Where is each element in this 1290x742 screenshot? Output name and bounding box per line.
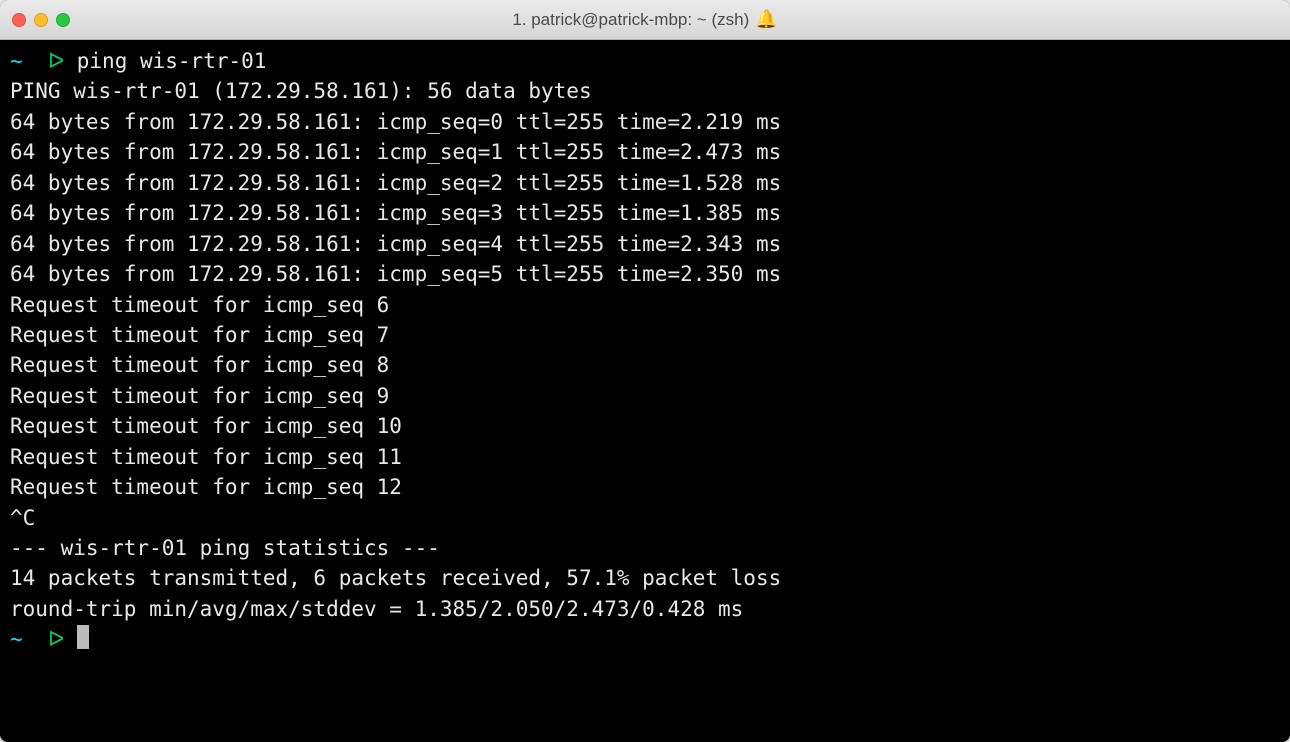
window-title: 1. patrick@patrick-mbp: ~ (zsh) 🔔 — [0, 9, 1290, 30]
output-line: Request timeout for icmp_seq 10 — [10, 411, 1280, 441]
window-titlebar[interactable]: 1. patrick@patrick-mbp: ~ (zsh) 🔔 — [0, 0, 1290, 40]
output-line: 64 bytes from 172.29.58.161: icmp_seq=5 … — [10, 259, 1280, 289]
prompt-symbol: ᐅ — [48, 627, 64, 651]
output-line: round-trip min/avg/max/stddev = 1.385/2.… — [10, 594, 1280, 624]
terminal-body[interactable]: ~ ᐅ ping wis-rtr-01PING wis-rtr-01 (172.… — [0, 40, 1290, 742]
output-line: 64 bytes from 172.29.58.161: icmp_seq=3 … — [10, 198, 1280, 228]
output-line: 64 bytes from 172.29.58.161: icmp_seq=4 … — [10, 229, 1280, 259]
close-button[interactable] — [12, 13, 26, 27]
output-line: ^C — [10, 503, 1280, 533]
output-line: Request timeout for icmp_seq 11 — [10, 442, 1280, 472]
output-line: 64 bytes from 172.29.58.161: icmp_seq=0 … — [10, 107, 1280, 137]
output-line: 64 bytes from 172.29.58.161: icmp_seq=1 … — [10, 137, 1280, 167]
prompt-cwd: ~ — [10, 627, 23, 651]
bell-icon: 🔔 — [755, 9, 777, 30]
prompt-cwd: ~ — [10, 49, 23, 73]
zoom-button[interactable] — [56, 13, 70, 27]
output-line: 64 bytes from 172.29.58.161: icmp_seq=2 … — [10, 168, 1280, 198]
output-line: 14 packets transmitted, 6 packets receiv… — [10, 563, 1280, 593]
output-line: Request timeout for icmp_seq 7 — [10, 320, 1280, 350]
cursor — [77, 625, 89, 649]
traffic-lights — [0, 13, 70, 27]
prompt-line: ~ ᐅ ping wis-rtr-01 — [10, 46, 1280, 76]
output-line: --- wis-rtr-01 ping statistics --- — [10, 533, 1280, 563]
output-line: Request timeout for icmp_seq 8 — [10, 350, 1280, 380]
minimize-button[interactable] — [34, 13, 48, 27]
prompt-line-empty: ~ ᐅ — [10, 624, 1280, 654]
output-line: Request timeout for icmp_seq 9 — [10, 381, 1280, 411]
output-line: Request timeout for icmp_seq 12 — [10, 472, 1280, 502]
output-line: Request timeout for icmp_seq 6 — [10, 290, 1280, 320]
output-line: PING wis-rtr-01 (172.29.58.161): 56 data… — [10, 76, 1280, 106]
prompt-symbol: ᐅ — [48, 49, 64, 73]
terminal-window: 1. patrick@patrick-mbp: ~ (zsh) 🔔 ~ ᐅ pi… — [0, 0, 1290, 742]
window-title-text: 1. patrick@patrick-mbp: ~ (zsh) — [512, 10, 749, 30]
command-text: ping wis-rtr-01 — [77, 49, 267, 73]
